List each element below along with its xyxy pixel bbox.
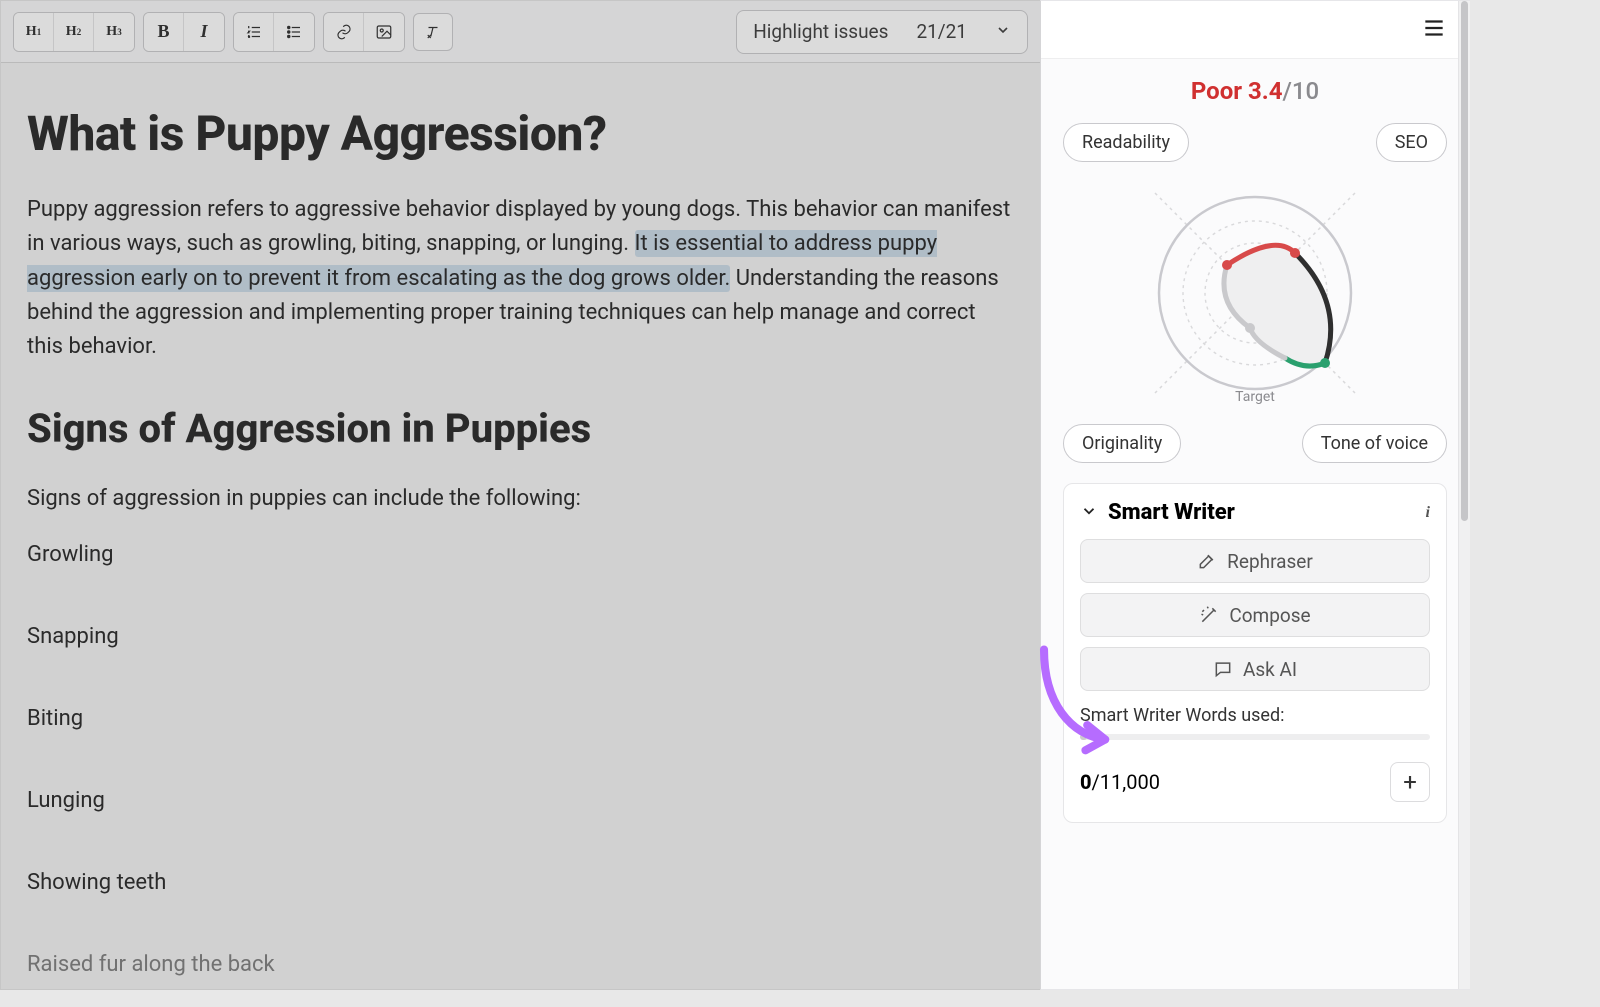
- edit-icon: [1197, 551, 1217, 571]
- doc-paragraph-2: Signs of aggression in puppies can inclu…: [27, 482, 1014, 516]
- smart-writer-panel: Smart Writer i Rephraser Compose Ask AI …: [1063, 483, 1447, 823]
- doc-h1: What is Puppy Aggression?: [27, 97, 1014, 171]
- words-used-progress: [1080, 734, 1430, 740]
- list-item: Biting: [27, 702, 1014, 736]
- insert-group: [323, 12, 405, 52]
- list-item: Lunging: [27, 784, 1014, 818]
- sidebar-header: [1041, 1, 1469, 59]
- list-item: Snapping: [27, 620, 1014, 654]
- words-used-value: 0: [1080, 770, 1092, 794]
- menu-icon[interactable]: [1421, 15, 1447, 45]
- rephraser-button[interactable]: Rephraser: [1080, 539, 1430, 583]
- highlight-count: 21/21: [916, 20, 967, 43]
- list-group: [233, 12, 315, 52]
- readability-pill[interactable]: Readability: [1063, 123, 1189, 162]
- doc-h2: Signs of Aggression in Puppies: [27, 398, 1014, 460]
- highlight-label: Highlight issues: [753, 20, 888, 43]
- ordered-list-button[interactable]: [234, 13, 274, 51]
- ask-ai-button[interactable]: Ask AI: [1080, 647, 1430, 691]
- link-button[interactable]: [324, 13, 364, 51]
- radar-chart-area: Readability SEO Originality Tone of voic…: [1063, 123, 1447, 463]
- h1-button[interactable]: H1: [14, 13, 54, 51]
- list-item: Raised fur along the back: [27, 948, 1014, 982]
- smart-writer-title: Smart Writer: [1108, 500, 1416, 525]
- doc-paragraph-1: Puppy aggression refers to aggressive be…: [27, 193, 1014, 363]
- words-used-label: Smart Writer Words used:: [1080, 705, 1430, 726]
- chat-icon: [1213, 659, 1233, 679]
- h3-button[interactable]: H3: [94, 13, 134, 51]
- originality-pill[interactable]: Originality: [1063, 424, 1181, 463]
- signs-list: Growling Snapping Biting Lunging Showing…: [27, 538, 1014, 983]
- analysis-sidebar: Poor 3.4/10 Readability SEO Originality …: [1040, 0, 1470, 990]
- scrollbar[interactable]: [1458, 1, 1470, 989]
- editor-toolbar: H1 H2 H3 B I Hig: [1, 1, 1040, 63]
- chevron-down-icon[interactable]: [1080, 502, 1098, 524]
- unordered-list-button[interactable]: [274, 13, 314, 51]
- document-body[interactable]: What is Puppy Aggression? Puppy aggressi…: [1, 63, 1040, 1007]
- tone-pill[interactable]: Tone of voice: [1302, 424, 1447, 463]
- wand-icon: [1199, 605, 1219, 625]
- add-words-button[interactable]: +: [1390, 762, 1430, 802]
- overall-score: Poor 3.4/10: [1063, 77, 1447, 105]
- h2-button[interactable]: H2: [54, 13, 94, 51]
- list-item: Growling: [27, 538, 1014, 572]
- radar-chart: [1135, 173, 1375, 413]
- editor-pane: H1 H2 H3 B I Hig: [0, 0, 1040, 990]
- seo-pill[interactable]: SEO: [1376, 123, 1447, 162]
- heading-group: H1 H2 H3: [13, 12, 135, 52]
- chevron-down-icon: [995, 20, 1011, 43]
- compose-button[interactable]: Compose: [1080, 593, 1430, 637]
- bold-button[interactable]: B: [144, 13, 184, 51]
- highlight-issues-dropdown[interactable]: Highlight issues 21/21: [736, 10, 1028, 54]
- italic-button[interactable]: I: [184, 13, 224, 51]
- clear-format-button[interactable]: [413, 13, 453, 51]
- text-style-group: B I: [143, 12, 225, 52]
- words-used-row: 0/11,000 +: [1080, 762, 1430, 802]
- list-item: Showing teeth: [27, 866, 1014, 900]
- info-icon[interactable]: i: [1426, 504, 1430, 522]
- image-button[interactable]: [364, 13, 404, 51]
